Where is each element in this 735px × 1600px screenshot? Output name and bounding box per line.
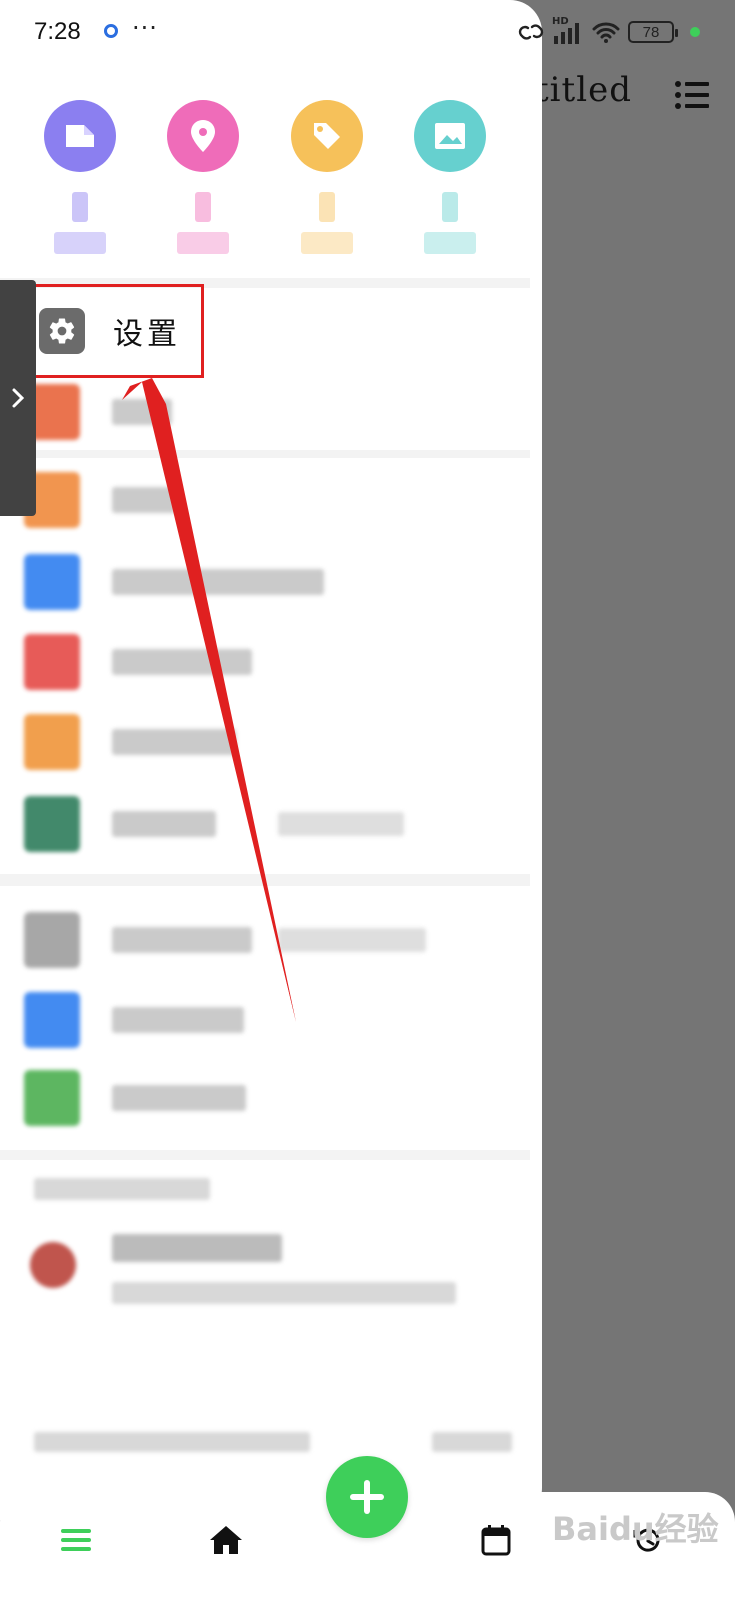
menu-item-label: [112, 729, 236, 755]
recommended-app-icon[interactable]: [30, 1242, 76, 1288]
menu-item-icon: [24, 1070, 80, 1126]
watermark: Baidu经验: [552, 1510, 719, 1548]
shortcut-count: [318, 192, 335, 222]
shortcut-count: [195, 192, 212, 222]
section-divider: [0, 874, 530, 886]
shortcut-locations[interactable]: [158, 100, 248, 254]
link-icon: [518, 24, 544, 40]
shortcut-count: [71, 192, 88, 222]
nav-home-button[interactable]: [196, 1510, 256, 1570]
battery-icon: 78: [628, 21, 678, 43]
shortcut-label: [53, 232, 106, 254]
menu-item-icon: [24, 796, 80, 852]
location-pin-icon: [167, 100, 240, 172]
menu-item-icon: [24, 912, 80, 968]
menu-item-label: [112, 487, 176, 513]
menu-item[interactable]: [24, 990, 524, 1050]
gear-icon: [39, 308, 85, 354]
menu-item[interactable]: [24, 712, 524, 772]
menu-item[interactable]: [24, 552, 524, 612]
nav-menu-button[interactable]: [46, 1510, 106, 1570]
background-note-title: titled: [535, 70, 632, 110]
section-divider: [0, 1150, 530, 1160]
menu-item-detail: [278, 928, 426, 952]
shortcut-row: [0, 100, 530, 254]
menu-item-icon: [24, 554, 80, 610]
plus-icon: [350, 1480, 384, 1514]
menu-item-label: [112, 1085, 246, 1111]
menu-item-icon: [24, 714, 80, 770]
shortcut-label: [424, 232, 477, 254]
section-divider: [0, 450, 530, 458]
home-icon: [210, 1526, 242, 1554]
menu-item-label: [112, 399, 172, 425]
shortcut-tags[interactable]: [282, 100, 372, 254]
footer-text: [34, 1432, 310, 1452]
privacy-indicator: [690, 27, 700, 37]
shortcut-label: [177, 232, 230, 254]
recommended-section-title: [34, 1178, 210, 1200]
settings-label: 设置: [113, 317, 181, 352]
status-right-group: HD 78: [518, 16, 700, 46]
settings-menu-item[interactable]: 设置: [28, 284, 204, 378]
menu-item[interactable]: [24, 910, 524, 970]
menu-item-label: [112, 811, 216, 837]
menu-item-icon: [24, 634, 80, 690]
version-text: [432, 1432, 512, 1452]
status-time: 7:28: [34, 18, 81, 45]
hamburger-icon: [61, 1529, 91, 1551]
notification-icon: [104, 24, 118, 38]
folder-icon: [43, 100, 116, 172]
menu-item[interactable]: [24, 794, 524, 854]
menu-item-icon: [24, 992, 80, 1048]
menu-item-label: [112, 1007, 244, 1033]
calendar-icon: [481, 1525, 511, 1556]
menu-item[interactable]: [24, 470, 524, 530]
wifi-icon: [592, 22, 620, 43]
menu-item-label: [112, 649, 252, 675]
status-more: ···: [132, 14, 158, 42]
menu-item-label: [112, 927, 252, 953]
nav-calendar-button[interactable]: [466, 1510, 526, 1570]
drawer-handle[interactable]: [0, 280, 36, 516]
shortcut-count: [442, 192, 459, 222]
recommended-app-title[interactable]: [112, 1234, 282, 1262]
menu-item[interactable]: [24, 632, 524, 692]
shortcut-notes[interactable]: [35, 100, 125, 254]
chevron-right-icon: [12, 388, 25, 408]
recommended-app-subtitle: [112, 1282, 456, 1304]
add-note-button[interactable]: [326, 1456, 408, 1538]
tag-icon: [290, 100, 363, 172]
battery-level: 78: [642, 23, 660, 41]
shortcut-label: [300, 232, 353, 254]
cell-signal-icon: HD: [552, 16, 584, 44]
shortcut-images[interactable]: [405, 100, 495, 254]
menu-item[interactable]: [24, 1068, 524, 1128]
menu-item-detail: [278, 812, 404, 836]
menu-item-label: [112, 569, 324, 595]
status-bar: 7:28 ··· HD 78: [0, 0, 735, 64]
navigation-drawer: 设置: [0, 0, 542, 1520]
list-menu-icon[interactable]: [675, 80, 709, 110]
menu-item[interactable]: [24, 382, 524, 442]
image-icon: [414, 100, 487, 172]
